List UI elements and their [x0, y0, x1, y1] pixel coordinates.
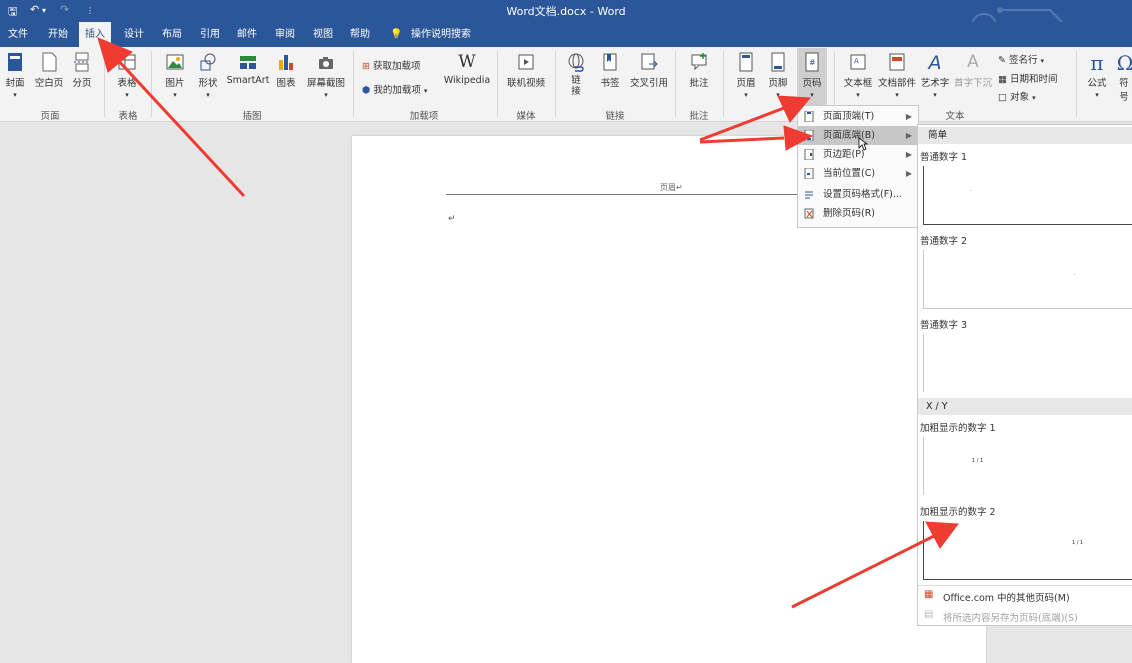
arrowhead-icon: [783, 125, 814, 151]
arrow-to-bold-number-2: [791, 534, 935, 609]
annotation-arrows: [97, 37, 959, 609]
arrow-to-bottom-of-page: [699, 136, 785, 144]
arrow-to-insert-tab: [114, 56, 246, 198]
arrowhead-icon: [97, 37, 133, 73]
arrowhead-icon: [925, 521, 959, 549]
arrow-to-page-number: [699, 106, 785, 142]
